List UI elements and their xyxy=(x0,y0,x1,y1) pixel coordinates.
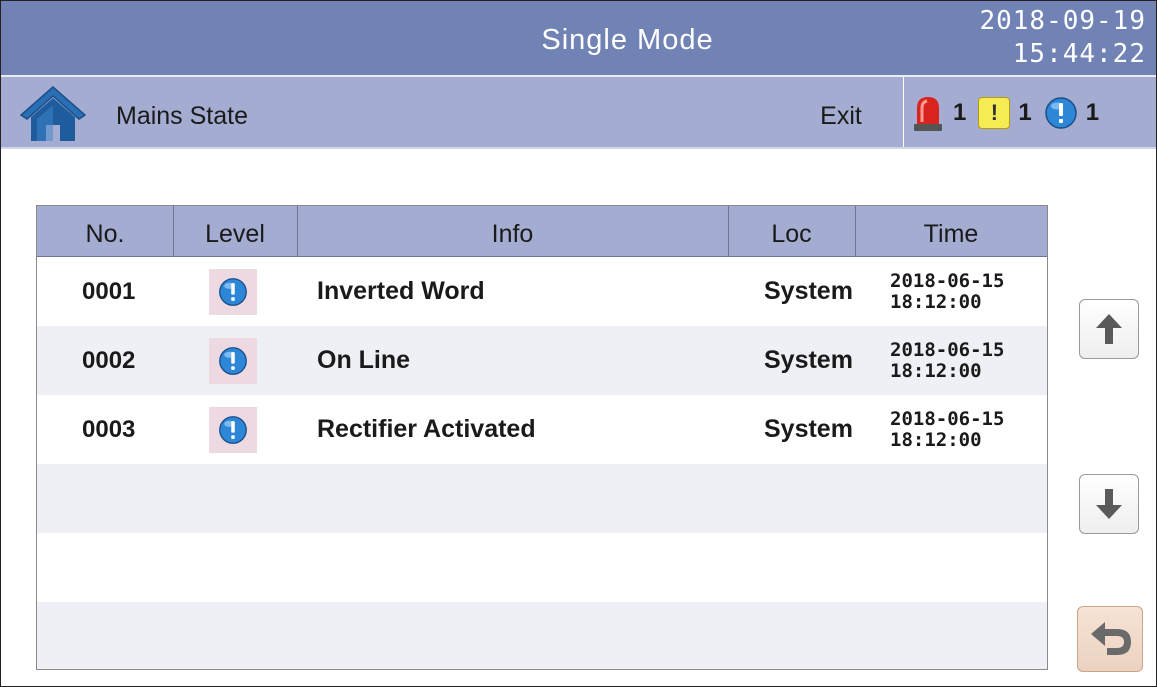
table-header: No. Level Info Loc Time xyxy=(37,206,1047,257)
row-time-date: 2018-06-15 xyxy=(890,269,1005,292)
row-info: On Line xyxy=(317,346,411,374)
row-info: Rectifier Activated xyxy=(317,415,536,443)
sub-header: Mains State Exit 1 ! 1 1 xyxy=(1,77,1156,149)
row-time-clock: 18:12:00 xyxy=(890,428,982,451)
divider xyxy=(903,77,904,147)
info-icon xyxy=(1044,97,1077,129)
row-number: 0003 xyxy=(82,415,136,443)
warning-icon: ! xyxy=(978,97,1011,129)
alarm-summary[interactable]: 1 ! 1 1 xyxy=(911,91,1111,135)
row-loc: System xyxy=(764,415,853,443)
table-row-empty xyxy=(37,602,1047,669)
row-time-date: 2018-06-15 xyxy=(890,338,1005,361)
exit-button[interactable]: Exit xyxy=(801,77,881,147)
level-cell xyxy=(209,338,257,384)
table-row-empty xyxy=(37,464,1047,533)
row-time: 2018-06-15 18:12:00 xyxy=(890,326,1004,395)
table-row[interactable]: 0003 Rectifier Activated System 2018-06-… xyxy=(37,395,1047,464)
warning-count: 1 xyxy=(1018,99,1032,126)
level-cell xyxy=(209,407,257,453)
title-bar: Single Mode 2018-09-19 15:44:22 xyxy=(1,1,1156,77)
info-count: 1 xyxy=(1085,99,1100,126)
row-number: 0002 xyxy=(82,346,136,374)
critical-count: 1 xyxy=(953,99,967,126)
row-loc: System xyxy=(764,277,853,305)
screen-name: Mains State xyxy=(116,102,249,130)
home-button[interactable] xyxy=(19,83,87,143)
clock-time: 15:44:22 xyxy=(1012,39,1146,69)
home-icon xyxy=(19,86,87,141)
column-header-time: Time xyxy=(923,220,979,248)
row-loc: System xyxy=(764,346,853,374)
column-header-loc: Loc xyxy=(728,206,856,256)
clock-date: 2018-09-19 xyxy=(979,6,1146,36)
row-time-clock: 18:12:00 xyxy=(890,290,982,313)
arrow-down-icon xyxy=(1096,489,1122,519)
table-row-empty xyxy=(37,533,1047,602)
row-number: 0001 xyxy=(82,277,136,305)
siren-icon xyxy=(914,97,942,131)
event-table: No. Level Info Loc Time 0001 Inverted Wo… xyxy=(36,205,1048,670)
column-header-level: Level xyxy=(173,206,298,256)
row-time: 2018-06-15 18:12:00 xyxy=(890,257,1004,326)
app-window: Single Mode 2018-09-19 15:44:22 Mains St… xyxy=(0,0,1157,687)
arrow-up-icon xyxy=(1096,314,1122,344)
back-button[interactable] xyxy=(1077,606,1143,672)
row-time-clock: 18:12:00 xyxy=(890,359,982,382)
row-time: 2018-06-15 18:12:00 xyxy=(890,395,1004,464)
column-header-info: Info xyxy=(297,206,729,256)
row-time-date: 2018-06-15 xyxy=(890,407,1005,430)
clock: 2018-09-19 15:44:22 xyxy=(979,5,1146,71)
column-header-no: No. xyxy=(37,206,174,256)
return-arrow-icon xyxy=(1091,622,1131,655)
scroll-down-button[interactable] xyxy=(1079,474,1139,534)
info-icon xyxy=(219,278,247,306)
table-row[interactable]: 0002 On Line System 2018-06-15 18:12:00 xyxy=(37,326,1047,395)
scroll-up-button[interactable] xyxy=(1079,299,1139,359)
row-info: Inverted Word xyxy=(317,277,485,305)
info-icon xyxy=(219,416,247,444)
table-row[interactable]: 0001 Inverted Word System 2018-06-15 18:… xyxy=(37,257,1047,326)
level-cell xyxy=(209,269,257,315)
info-icon xyxy=(219,347,247,375)
